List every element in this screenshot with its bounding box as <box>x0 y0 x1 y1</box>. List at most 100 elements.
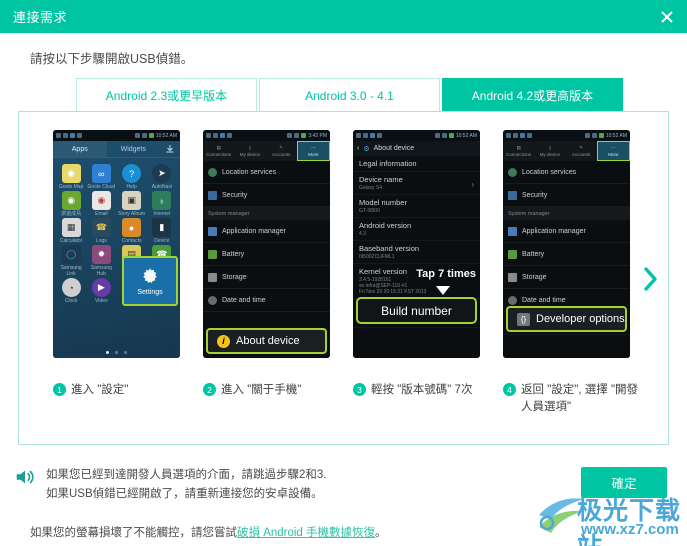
phone-status-bar: 10:52 AM <box>503 130 630 141</box>
app-label: Help <box>126 184 137 190</box>
connections-icon: ▤ <box>216 145 221 150</box>
list-item-label: Battery <box>522 250 545 258</box>
settings-tab-my-device[interactable]: ▯ My device <box>534 141 565 161</box>
developer-options-label: Developer options <box>536 313 625 325</box>
app-icon[interactable]: ▦ Calculator <box>56 218 86 244</box>
app-icon[interactable]: ▮ Device <box>147 218 177 244</box>
notice-line-1: 如果您已經到達開發人員選項的介面，請跳過步驟2和3. <box>46 469 327 481</box>
broken-android-recovery-link[interactable]: 破損 Android 手機數據恢復 <box>237 527 375 539</box>
app-icon[interactable]: ◉ Email <box>86 191 116 217</box>
list-item-label: Date and time <box>522 296 566 304</box>
settings-tab-my-device[interactable]: ▯ My device <box>234 141 265 161</box>
settings-tab-accounts[interactable]: ✎ Accounts <box>566 141 597 161</box>
app-icon[interactable]: ▶ Video <box>86 278 116 304</box>
settings-tab-accounts[interactable]: ✎ Accounts <box>266 141 297 161</box>
chevron-left-icon[interactable]: ‹ <box>357 145 359 152</box>
list-item[interactable]: Storage <box>203 266 330 289</box>
step-caption-text: 進入 "設定" <box>71 384 129 396</box>
app-icon[interactable]: ▣ Story Album <box>117 191 147 217</box>
app-icon[interactable]: ◔ Clock <box>56 278 86 304</box>
device-icon: ▮ <box>152 218 172 237</box>
info-value: GT-I9500 <box>359 208 380 214</box>
list-item[interactable]: Location services <box>203 161 330 184</box>
list-item[interactable]: Security <box>203 184 330 207</box>
settings-tab-more[interactable]: ⋯ More <box>596 141 630 161</box>
list-item[interactable]: Storage <box>503 266 630 289</box>
footer-text: 如果您的螢幕損壞了不能觸控，請您嘗試破損 Android 手機數據恢復。 <box>30 524 387 540</box>
instruction-text: 請按以下步驟開啟USB偵錯。 <box>30 52 194 66</box>
info-value: I9500ZCUFML1 <box>359 254 395 260</box>
app-icon[interactable]: ✹ Samsung Hub <box>86 245 116 277</box>
list-item[interactable]: Location services <box>503 161 630 184</box>
download-icon[interactable] <box>160 141 180 157</box>
list-section-header: System manager <box>203 207 330 220</box>
notice-block: 如果您已經到達開發人員選項的介面，請跳過步驟2和3. 如果USB偵錯已經開啟了，… <box>14 466 326 504</box>
settings-tab-connections[interactable]: ▤ Connections <box>203 141 234 161</box>
help-icon: ? <box>122 164 142 183</box>
tab-android-2-3[interactable]: Android 2.3或更早版本 <box>76 78 257 112</box>
developer-options-highlight[interactable]: {} Developer options <box>506 306 627 332</box>
about-device-highlight[interactable]: i About device <box>206 328 327 354</box>
my-device-icon: ▯ <box>248 145 252 150</box>
footer-prefix: 如果您的螢幕損壞了不能觸控，請您嘗試 <box>30 527 237 539</box>
app-label: Goole Cloud <box>87 184 116 190</box>
accounts-icon: ✎ <box>279 145 284 150</box>
watermark-url: www.xz7.com <box>581 521 679 538</box>
step-1: 10:52 AM Apps Widgets ◉ Goole Map ∞ Gool… <box>49 130 199 396</box>
app-icon[interactable]: ∞ Goole Cloud <box>86 164 116 190</box>
step-3: 10:52 AM ‹ ⚙ About device Legal informat… <box>349 130 499 396</box>
contacts-icon: ● <box>122 218 142 237</box>
build-number-highlight[interactable]: Build number <box>356 297 477 324</box>
info-icon: i <box>217 334 230 348</box>
info-value: Galaxy S4 <box>359 185 383 191</box>
about-device-label: About device <box>236 335 300 347</box>
app-label: Internet <box>153 211 171 217</box>
close-icon[interactable] <box>657 7 677 27</box>
app-icon[interactable]: ● Contacts <box>117 218 147 244</box>
step-4: 10:52 AM ▤ Connections ▯ My device ✎ Accoun… <box>499 130 649 413</box>
settings-tab-more[interactable]: ⋯ More <box>296 141 330 161</box>
settings-highlight[interactable]: Settings <box>122 256 178 306</box>
list-item[interactable]: Date and time <box>203 289 330 312</box>
list-item[interactable]: Battery <box>203 243 330 266</box>
drawer-tab-widgets[interactable]: Widgets <box>107 141 161 157</box>
goole-map-icon: ◉ <box>61 164 81 183</box>
app-icon[interactable]: ♁ Internet <box>147 191 177 217</box>
list-item[interactable]: Battery <box>503 243 630 266</box>
speaker-icon <box>14 466 36 488</box>
tab-android-3-0[interactable]: Android 3.0 - 4.1 <box>259 78 440 112</box>
autonavi-icon: ➤ <box>152 164 172 183</box>
app-icon[interactable]: ➤ AutoNavi <box>147 164 177 190</box>
app-label: Email <box>95 211 108 217</box>
chevron-right-icon[interactable]: › <box>471 180 474 189</box>
settings-tab-connections[interactable]: ▤ Connections <box>503 141 534 161</box>
app-label: AutoNavi <box>151 184 173 190</box>
clock-icon: ◔ <box>61 278 81 297</box>
app-icon[interactable]: ◯ Samsung Link <box>56 245 86 277</box>
about-device-screen: ‹ ⚙ About device Legal information Devic… <box>353 141 480 358</box>
tab-label: More <box>608 152 619 157</box>
drawer-tab-apps[interactable]: Apps <box>53 141 107 157</box>
confirm-button[interactable]: 確定 <box>581 467 667 498</box>
app-icon[interactable]: ◉ 旅遊成鳥 <box>56 191 86 217</box>
goole-cloud-icon: ∞ <box>91 164 111 183</box>
phone-screenshot-1: 10:52 AM Apps Widgets ◉ Goole Map ∞ Gool… <box>53 130 180 358</box>
phone-screenshot-3: 10:52 AM ‹ ⚙ About device Legal informat… <box>353 130 480 358</box>
list-item[interactable]: Application manager <box>203 220 330 243</box>
list-item-label: Storage <box>222 273 247 281</box>
app-icon[interactable]: ☎ Logs <box>86 218 116 244</box>
app-icon[interactable]: ◉ Goole Map <box>56 164 86 190</box>
app-icon[interactable]: ? Help <box>117 164 147 190</box>
steps-panel: 10:52 AM Apps Widgets ◉ Goole Map ∞ Gool… <box>18 111 669 445</box>
list-item[interactable]: Security <box>503 184 630 207</box>
phone-status-bar: 10:52 AM <box>353 130 480 141</box>
info-row[interactable]: Legal information <box>353 156 480 172</box>
list-item[interactable]: Application manager <box>503 220 630 243</box>
status-time: 10:52 AM <box>605 132 627 139</box>
info-row[interactable]: Device name Galaxy S4 › <box>353 172 480 195</box>
list-section-header: System manager <box>503 207 630 220</box>
tab-android-4-2[interactable]: Android 4.2或更高版本 <box>442 78 623 112</box>
app-label: Clock <box>64 298 78 304</box>
app-label: 旅遊成鳥 <box>61 211 82 217</box>
story-album-icon: ▣ <box>122 191 142 210</box>
